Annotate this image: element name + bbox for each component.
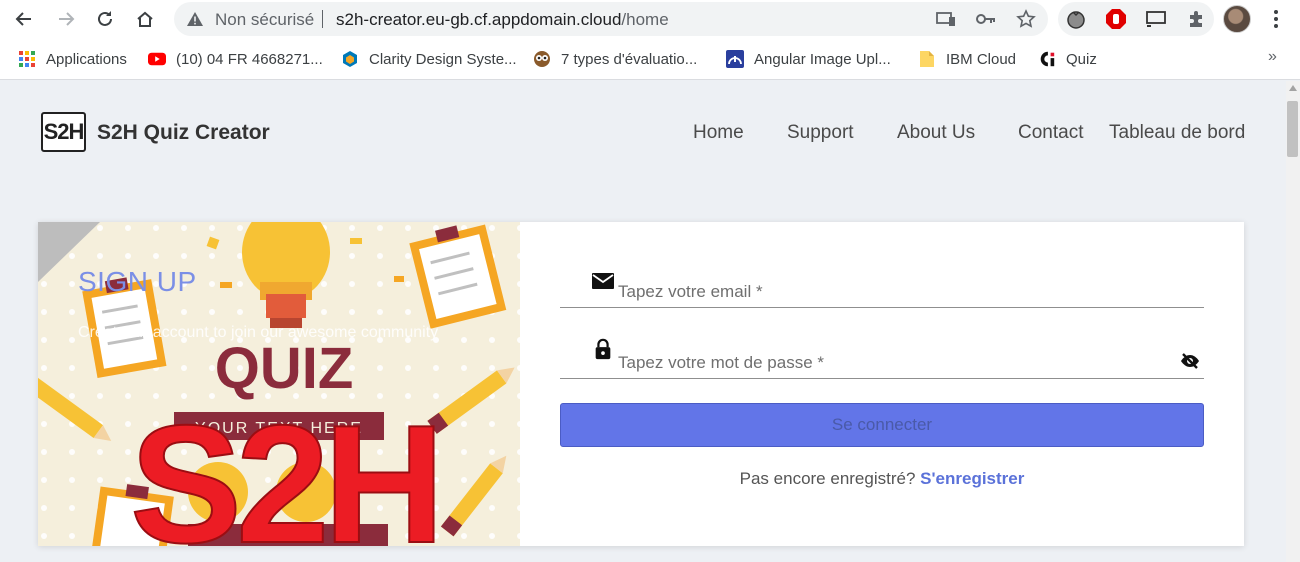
scroll-up-arrow[interactable] <box>1289 85 1297 91</box>
bookmark-youtube[interactable]: (10) 04 FR 4668271... <box>148 49 323 69</box>
adblock-icon <box>1106 9 1126 29</box>
url-host: s2h-creator.eu-gb.cf.appdomain.cloud <box>336 10 622 29</box>
bookmark-label: Angular Image Upl... <box>754 50 891 68</box>
browser-toolbar: Non sécurisé s2h-creator.eu-gb.cf.appdom… <box>0 0 1300 38</box>
login-button[interactable]: Se connecter <box>560 403 1204 447</box>
more-menu-icon[interactable] <box>1266 8 1286 30</box>
reload-button[interactable] <box>91 5 119 33</box>
security-label[interactable]: Non sécurisé <box>215 10 314 30</box>
bookmarks-bar: Applications (10) 04 FR 4668271... Clari… <box>0 38 1300 80</box>
site-logo[interactable]: S2H <box>41 112 86 152</box>
warning-icon <box>187 12 203 26</box>
email-input[interactable] <box>618 280 1178 304</box>
address-bar[interactable]: Non sécurisé s2h-creator.eu-gb.cf.appdom… <box>174 2 1048 36</box>
page-scrollbar[interactable] <box>1286 81 1300 562</box>
extensions-button[interactable] <box>1185 8 1207 30</box>
reload-icon <box>98 11 112 26</box>
image-upload-icon <box>726 50 744 68</box>
eye-off-icon[interactable] <box>1180 353 1200 369</box>
bookmark-clarity[interactable]: Clarity Design Syste... <box>341 49 517 69</box>
folder-icon <box>918 50 936 68</box>
email-icon <box>592 273 614 289</box>
back-button[interactable] <box>10 5 38 33</box>
bookmark-angular-upload[interactable]: Angular Image Upl... <box>726 49 891 69</box>
nav-home[interactable]: Home <box>693 122 744 144</box>
youtube-icon <box>148 50 166 68</box>
extension-screen[interactable] <box>1145 8 1167 30</box>
extension-adblock[interactable] <box>1105 8 1127 30</box>
quiz-illustration: QUIZ YOUR TEXT HERE SIGN UP Create an ac… <box>38 222 520 546</box>
url-text[interactable]: s2h-creator.eu-gb.cf.appdomain.cloud/hom… <box>336 10 669 30</box>
bookmark-label: 7 types d'évaluatio... <box>561 50 698 68</box>
lock-icon <box>595 338 611 360</box>
extension-tomato[interactable] <box>1065 8 1087 30</box>
extensions-area <box>1058 2 1214 36</box>
star-icon <box>1016 9 1036 28</box>
password-field[interactable] <box>560 338 1204 379</box>
home-icon <box>137 11 153 27</box>
extensions-icon <box>1190 11 1202 27</box>
bookmark-label: IBM Cloud <box>946 50 1017 68</box>
clarity-icon <box>341 50 359 68</box>
screen-icon <box>1146 11 1166 27</box>
url-path: /home <box>621 10 669 29</box>
register-prompt: Pas encore enregistré? <box>739 469 916 488</box>
s2h-overlay-logo: S2H <box>129 390 446 546</box>
passwords-button[interactable] <box>976 9 996 29</box>
forward-icon <box>59 12 75 26</box>
profile-avatar[interactable] <box>1223 5 1251 33</box>
web-page: S2H S2H Quiz Creator Home Support About … <box>0 81 1286 562</box>
email-field[interactable] <box>560 268 1204 308</box>
home-button[interactable] <box>131 5 159 33</box>
bookmark-ibm-cloud[interactable]: IBM Cloud <box>918 49 1016 69</box>
bookmark-label: Quiz <box>1066 50 1097 68</box>
cast-icon <box>936 12 955 26</box>
signup-title: SIGN UP <box>78 266 197 297</box>
key-icon <box>976 14 995 24</box>
bookmark-star-button[interactable] <box>1016 9 1036 29</box>
bookmark-quiz[interactable]: Quiz <box>1038 49 1097 69</box>
bookmark-label: Applications <box>46 50 127 68</box>
nav-dashboard[interactable]: Tableau de bord <box>1109 122 1245 144</box>
register-link[interactable]: S'enregistrer <box>920 469 1024 488</box>
back-icon <box>15 12 31 26</box>
nav-contact[interactable]: Contact <box>1018 122 1083 144</box>
login-card: QUIZ YOUR TEXT HERE SIGN UP Create an ac… <box>38 222 1244 546</box>
owl-icon <box>533 50 551 68</box>
tomato-icon <box>1067 11 1085 29</box>
omnibox-separator <box>322 10 323 28</box>
nav-support[interactable]: Support <box>787 122 854 144</box>
more-bookmarks[interactable]: » <box>1268 48 1277 66</box>
password-input[interactable] <box>618 351 1178 375</box>
cast-button[interactable] <box>936 9 956 29</box>
logo-text: S2H <box>43 119 85 144</box>
nav-about-us[interactable]: About Us <box>897 122 975 144</box>
bookmark-label: Clarity Design Syste... <box>369 50 517 68</box>
scroll-thumb[interactable] <box>1287 101 1298 157</box>
bookmark-evaluation[interactable]: 7 types d'évaluatio... <box>533 49 697 69</box>
bookmark-applications[interactable]: Applications <box>18 49 127 69</box>
forward-button[interactable] <box>52 5 80 33</box>
signup-subtitle: Create an account to join our awesome co… <box>78 324 439 341</box>
brand-name[interactable]: S2H Quiz Creator <box>97 121 270 145</box>
apps-grid-icon <box>18 50 36 68</box>
quiz-ci-icon <box>1038 50 1056 68</box>
register-line: Pas encore enregistré? S'enregistrer <box>560 469 1204 489</box>
bookmark-label: (10) 04 FR 4668271... <box>176 50 323 68</box>
